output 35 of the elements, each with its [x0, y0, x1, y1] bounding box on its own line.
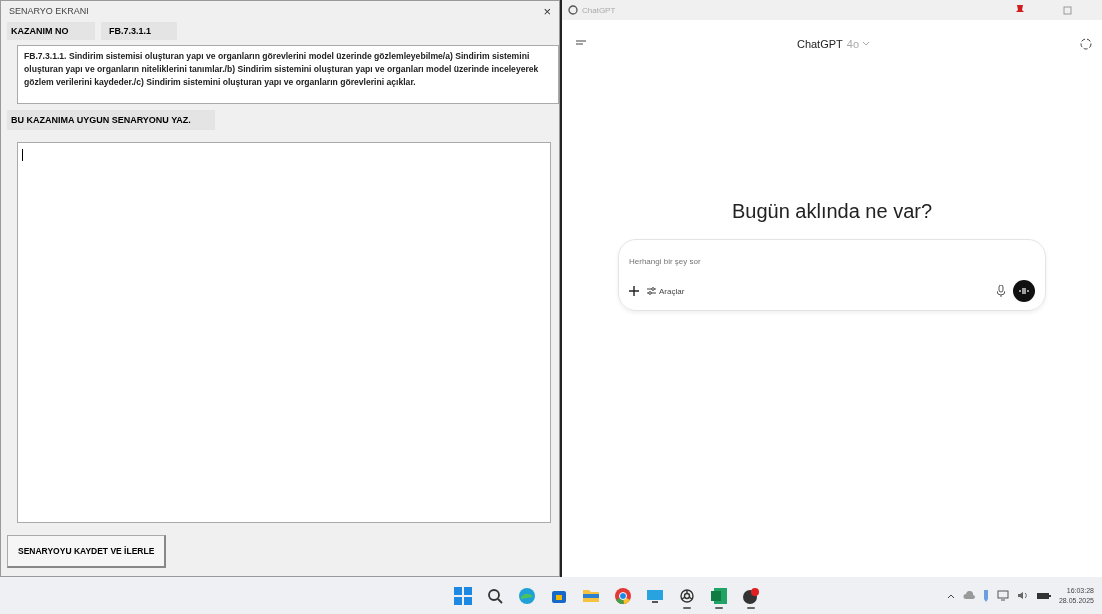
model-selector[interactable]: ChatGPT 4o [796, 38, 870, 50]
sliders-icon [647, 287, 656, 295]
folder-icon[interactable] [582, 587, 601, 604]
microphone-icon[interactable] [997, 285, 1005, 297]
monitor-icon[interactable] [646, 587, 665, 604]
chevron-up-icon[interactable] [946, 592, 955, 599]
app-logo-icon [568, 5, 578, 15]
speaker-icon[interactable] [1016, 591, 1029, 600]
search-icon[interactable] [487, 587, 504, 604]
chrome-icon[interactable] [614, 586, 633, 605]
app-icon[interactable] [742, 586, 761, 605]
display-icon[interactable] [996, 590, 1009, 601]
instruction-label: BU KAZANIMA UYGUN SENARYONU YAZ. [7, 110, 215, 130]
menu-icon[interactable] [576, 40, 586, 48]
welcome-heading: Bugün aklında ne var? [731, 200, 933, 223]
code-label: KAZANIM NO [7, 22, 95, 40]
spreadsheet-icon[interactable] [710, 586, 729, 605]
save-button[interactable]: SENARYOYU KAYDET VE İLERLE [7, 535, 167, 568]
battery-icon[interactable] [1036, 591, 1051, 600]
window-title: SENARYO EKRANI [9, 6, 89, 16]
browser-icon[interactable] [518, 586, 537, 605]
chatgpt-icon[interactable] [678, 586, 697, 605]
cloud-icon[interactable] [962, 591, 975, 600]
message-field[interactable]: Herhangi bir şey sor Araçlar [618, 239, 1046, 311]
window-title: ChatGPT [582, 5, 616, 15]
waveform-icon [1019, 287, 1029, 295]
tools-button[interactable]: Araçlar [647, 286, 685, 296]
close-button[interactable]: × [543, 3, 551, 19]
new-chat-icon[interactable] [1080, 38, 1092, 50]
plus-icon[interactable] [629, 286, 639, 296]
outcome-description: FB.7.3.1.1. Sindirim sistemisi oluşturan yapı ve organların görevlerini model üzerinde gözlemleyebilme/a) Sindirim sistemini oluşturan yapı ve organların niteliklerini tanımlar./b) Sindirim sistemini oluşturan yapı ve organları model üzerinde inceleyerek gözlem verilerini kaydeder./c) Sindirim sistemini oluşturan yapı ve organların görevlerini açıklar. [17, 45, 559, 104]
code-value: FB.7.3.1.1 [101, 22, 177, 40]
voice-button[interactable] [1013, 280, 1035, 302]
caret-icon [863, 42, 870, 46]
windows-icon[interactable] [454, 586, 473, 605]
